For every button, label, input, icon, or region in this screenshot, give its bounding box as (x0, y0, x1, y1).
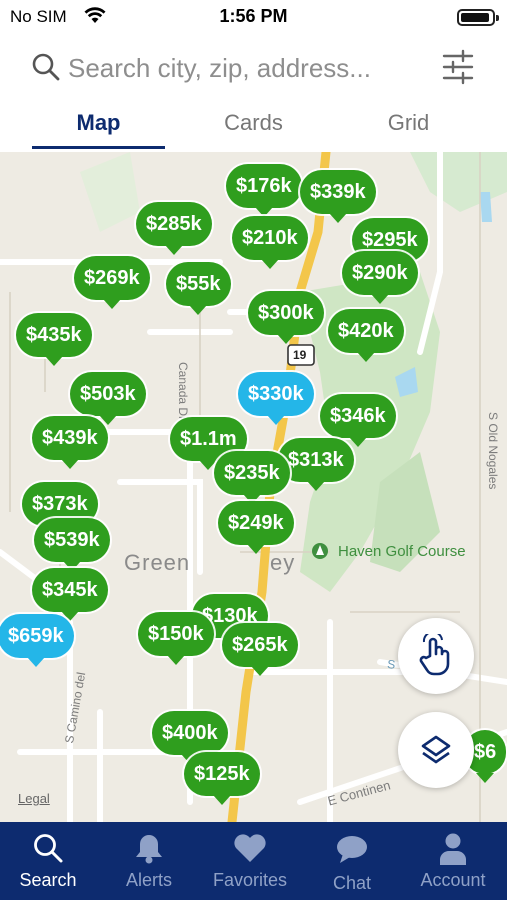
price-pin[interactable]: $503k (70, 372, 146, 425)
price-pin[interactable]: $249k (218, 501, 294, 554)
nav-label: Alerts (125, 870, 172, 890)
price-pin[interactable]: $539k (34, 518, 110, 571)
price-pin[interactable]: $285k (136, 202, 212, 255)
price-pin[interactable]: $125k (184, 752, 260, 805)
layers-icon (421, 735, 451, 764)
price-pin[interactable]: $420k (328, 309, 404, 362)
status-bar: No SIM 1:56 PM (0, 0, 507, 36)
nav-tab-account[interactable]: Account (403, 822, 503, 900)
road-label-canada: Canada Dr (176, 362, 190, 421)
selected-price-pin[interactable]: $659k (0, 614, 74, 667)
map-layers-button[interactable] (398, 712, 474, 788)
price-pin[interactable]: $269k (74, 256, 150, 309)
chat-bubble-icon (337, 836, 367, 863)
nav-label: Search (19, 870, 77, 890)
price-pin[interactable]: $300k (248, 291, 324, 344)
battery-icon (457, 9, 499, 26)
price-pin[interactable]: $235k (214, 451, 290, 504)
search-input[interactable] (68, 50, 428, 86)
bell-icon (136, 835, 162, 864)
view-tabs: Map Cards Grid (0, 100, 507, 152)
route-shield-label: 19 (293, 348, 307, 362)
tab-map[interactable]: Map (32, 110, 165, 150)
legal-link[interactable]: Legal (18, 791, 50, 806)
filter-sliders-icon[interactable] (441, 48, 475, 91)
place-label-suffix: ey (270, 550, 296, 575)
price-pin[interactable]: $55k (166, 262, 231, 315)
tab-grid[interactable]: Grid (342, 110, 475, 150)
selected-price-pin[interactable]: $330k (238, 372, 314, 425)
price-pin[interactable]: $439k (32, 416, 108, 469)
tab-cards[interactable]: Cards (187, 110, 320, 150)
active-tab-indicator (32, 146, 165, 149)
price-pin[interactable]: $400k (152, 711, 228, 764)
nav-label: Favorites (212, 870, 288, 890)
nav-label: Account (420, 870, 486, 890)
nav-tab-favorites[interactable]: Favorites (200, 822, 300, 900)
price-pin[interactable]: $265k (222, 623, 298, 676)
bottom-tab-bar: Search Alerts Favorites Chat Account (0, 822, 507, 900)
clock: 1:56 PM (219, 6, 288, 26)
price-pin[interactable]: $339k (300, 170, 376, 223)
nav-tab-search[interactable]: Search (0, 822, 98, 900)
search-bar (0, 36, 507, 100)
price-pin[interactable]: $290k (342, 251, 418, 304)
price-pin[interactable]: $345k (32, 568, 108, 621)
search-icon (31, 52, 61, 87)
nav-tab-chat[interactable]: Chat (302, 822, 402, 900)
price-pin[interactable]: $435k (16, 313, 92, 366)
price-pin[interactable]: $346k (320, 394, 396, 447)
nav-tab-alerts[interactable]: Alerts (99, 822, 199, 900)
search-icon (34, 834, 63, 863)
heart-icon (234, 834, 266, 862)
place-label-green: Green (124, 550, 191, 575)
price-pin[interactable]: $210k (232, 216, 308, 269)
price-pin[interactable]: $150k (138, 612, 214, 665)
price-pin[interactable]: $176k (226, 164, 302, 217)
nav-label: Chat (332, 873, 372, 893)
golf-course-label: Haven Golf Course (338, 543, 466, 560)
person-icon (440, 833, 466, 865)
road-label-nogales: S Old Nogales (486, 412, 500, 490)
hand-pointer-icon (419, 634, 450, 676)
map-view[interactable]: 19 Canada Dr S Camino del S Old Nogales … (0, 152, 507, 822)
draw-on-map-button[interactable] (398, 618, 474, 694)
